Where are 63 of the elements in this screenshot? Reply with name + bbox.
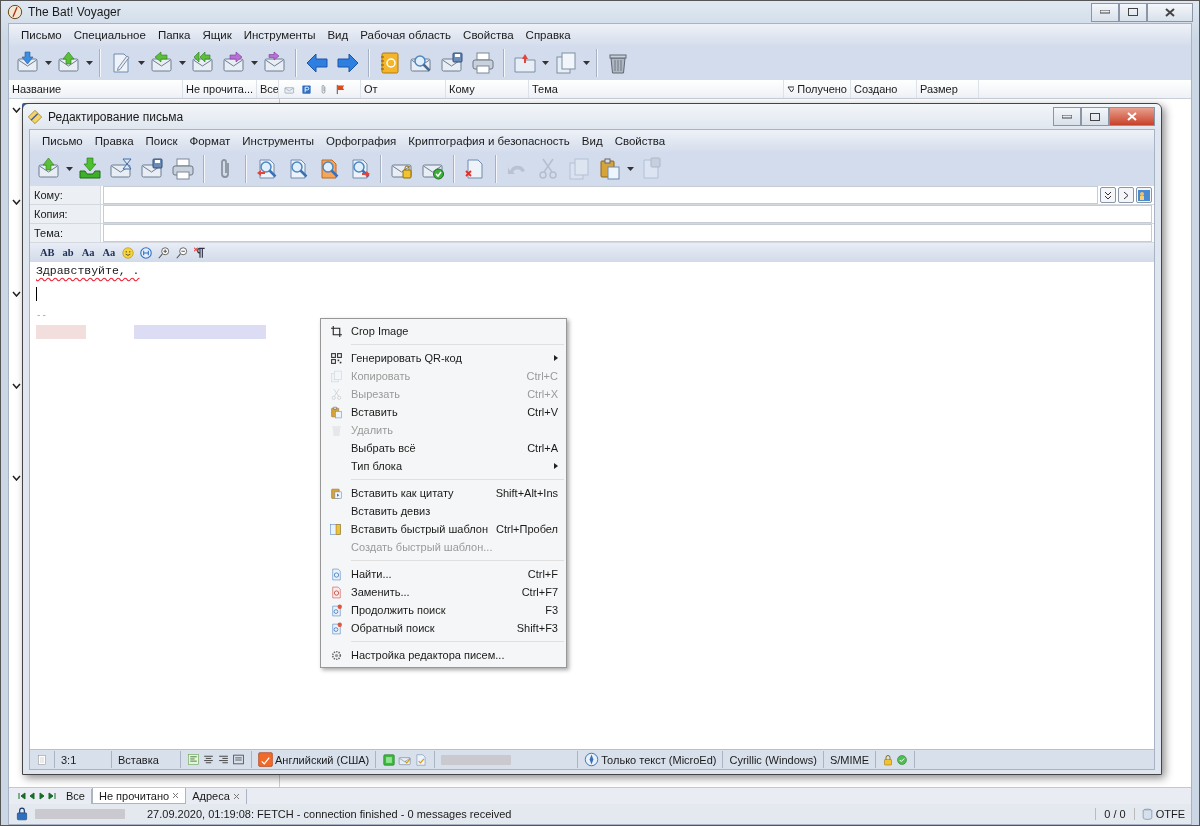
insert-mode: Вставка	[112, 751, 181, 768]
column-header[interactable]: От	[364, 83, 378, 95]
menu-item[interactable]: Письмо	[36, 135, 89, 147]
menu-item[interactable]: Тип блока	[323, 457, 564, 475]
format-button[interactable]: Aa	[100, 247, 118, 258]
mode-label: OTFE	[1155, 808, 1185, 820]
window-title: Редактирование письма	[48, 109, 184, 124]
field-label: Тема:	[30, 224, 101, 242]
format-button[interactable]: AB	[38, 247, 57, 258]
cursor-position: 3:1	[55, 751, 112, 768]
menu-item[interactable]: Вид	[575, 135, 609, 147]
tab[interactable]: Все	[60, 788, 92, 804]
language-label: Английский (США)	[275, 753, 370, 766]
tab[interactable]: Адреса	[186, 788, 247, 804]
menu-item[interactable]: Формат	[183, 135, 237, 147]
menu-item[interactable]: Ящик	[196, 29, 238, 41]
menu-item[interactable]: Вставить девиз	[323, 502, 564, 520]
tab[interactable]: Не прочитано	[91, 788, 187, 804]
menu-item[interactable]: Продолжить поиск F3	[323, 601, 564, 619]
menu-item[interactable]: Правка	[88, 135, 140, 147]
editor-type: Только текст (MicroEd)	[601, 753, 717, 766]
menu-item[interactable]: Справка	[519, 29, 577, 41]
menu-item[interactable]: Crop Image	[323, 322, 564, 340]
menu-item[interactable]: Свойства	[608, 135, 672, 147]
menu-item[interactable]: Инструменты	[237, 29, 322, 41]
menu-item[interactable]: Вставить Ctrl+V	[323, 403, 564, 421]
menu-item[interactable]: Инструменты	[236, 135, 321, 147]
column-header[interactable]: Тема	[532, 83, 558, 95]
message-counter: 0 / 0	[1095, 808, 1135, 820]
menu-item[interactable]: Найти... Ctrl+F	[323, 565, 564, 583]
column-header[interactable]: Название	[9, 80, 183, 98]
column-header[interactable]: Все	[257, 80, 279, 98]
column-header[interactable]: Получено	[797, 83, 847, 95]
menu-item[interactable]: Настройка редактора писем...	[323, 646, 564, 664]
menu-item[interactable]: Вставить быстрый шаблон Ctrl+Пробел	[323, 520, 564, 538]
column-header[interactable]: Не прочита...	[183, 80, 257, 98]
security-label: S/MIME	[823, 751, 876, 768]
status-message: 27.09.2020, 01:19:08: FETCH - connection finished - 0 messages received	[147, 808, 512, 820]
menu-item[interactable]: Рабочая область	[354, 29, 458, 41]
format-button[interactable]: ab	[60, 247, 76, 258]
field-label: Кому:	[30, 186, 101, 204]
menu-item[interactable]: Генерировать QR-код	[323, 349, 564, 367]
menu-item[interactable]: Поиск	[139, 135, 184, 147]
field-label: Копия:	[30, 205, 101, 223]
charset-label: Cyrillic (Windows)	[723, 751, 824, 768]
column-header[interactable]: Создано	[854, 83, 898, 95]
menu-item[interactable]: Свойства	[457, 29, 520, 41]
menu-item[interactable]: Обратный поиск Shift+F3	[323, 619, 564, 637]
format-button[interactable]: Aa	[79, 247, 97, 258]
greeting-text: Здравствуйте, .	[36, 264, 141, 277]
menu-item[interactable]: Заменить... Ctrl+F7	[323, 583, 564, 601]
menu-item[interactable]: Письмо	[15, 29, 68, 41]
menu-item[interactable]: Вставить как цитату Shift+Alt+Ins	[323, 484, 564, 502]
window-title: The Bat! Voyager	[28, 5, 121, 19]
menu-item[interactable]: Орфография	[320, 135, 403, 147]
menu-item[interactable]: Криптография и безопасность	[402, 135, 576, 147]
menu-item[interactable]: Выбрать всё Ctrl+A	[323, 439, 564, 457]
menu-item[interactable]: Вид	[321, 29, 355, 41]
column-header[interactable]: Кому	[449, 83, 475, 95]
menu-item[interactable]: Специальное	[67, 29, 152, 41]
signature-separator: --	[36, 311, 48, 321]
column-header[interactable]: Размер	[920, 83, 958, 95]
menu-item[interactable]: Папка	[151, 29, 197, 41]
